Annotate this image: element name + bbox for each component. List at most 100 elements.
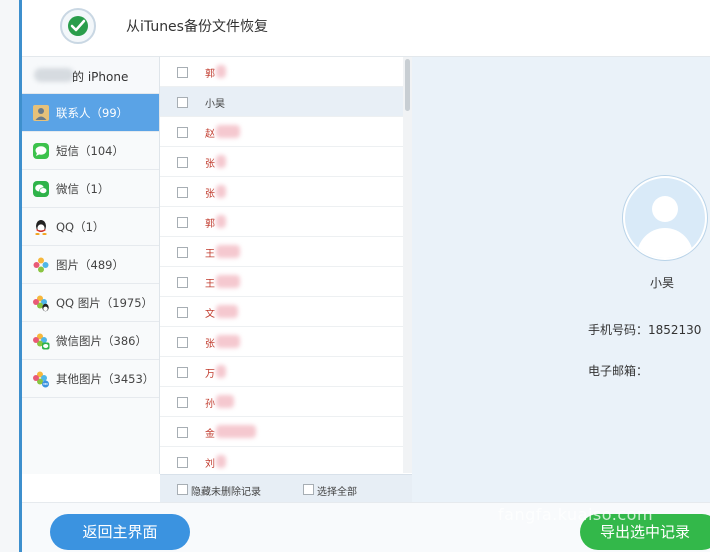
contact-checkbox[interactable] bbox=[177, 247, 188, 258]
scrollbar-thumb[interactable] bbox=[405, 59, 410, 111]
contact-checkbox[interactable] bbox=[177, 457, 188, 468]
redacted-name bbox=[216, 155, 226, 168]
redacted-name bbox=[216, 125, 240, 138]
redacted-name bbox=[216, 245, 240, 258]
redacted-name bbox=[216, 395, 234, 408]
contact-name: 郭 bbox=[205, 219, 215, 230]
contact-row[interactable]: 万 bbox=[160, 357, 405, 387]
sidebar-item-qq[interactable]: QQ（1） bbox=[22, 208, 159, 246]
sidebar-item-qq-photos[interactable]: QQ 图片（1975） bbox=[22, 284, 159, 322]
sidebar-item-label: 微信图片（386） bbox=[56, 334, 147, 348]
contact-checkbox[interactable] bbox=[177, 427, 188, 438]
qq-icon bbox=[35, 220, 47, 235]
sidebar-item-contacts[interactable]: 联系人（99） bbox=[22, 94, 159, 132]
contact-checkbox[interactable] bbox=[177, 187, 188, 198]
contact-checkbox[interactable] bbox=[177, 157, 188, 168]
hide-undeleted-label: 隐藏未删除记录 bbox=[191, 487, 261, 498]
sidebar-item-label: 微信（1） bbox=[56, 182, 110, 196]
sidebar-item-label: 其他图片（3453） bbox=[56, 372, 155, 386]
contact-name: 刘 bbox=[205, 459, 215, 470]
contact-checkbox[interactable] bbox=[177, 127, 188, 138]
contact-detail-phone: 手机号码：1852130 bbox=[588, 323, 702, 337]
app-logo bbox=[60, 8, 96, 44]
sidebar-item-label: 短信（104） bbox=[56, 144, 124, 158]
contact-name: 文 bbox=[205, 309, 215, 320]
contact-checkbox[interactable] bbox=[177, 67, 188, 78]
contact-row[interactable]: 王 bbox=[160, 267, 405, 297]
contact-row[interactable]: 张 bbox=[160, 147, 405, 177]
contact-row[interactable]: 孙 bbox=[160, 387, 405, 417]
contact-avatar bbox=[623, 176, 707, 260]
sidebar-item-wechat-photos[interactable]: 微信图片（386） bbox=[22, 322, 159, 360]
redacted-name bbox=[216, 365, 226, 378]
contact-detail-email: 电子邮箱： bbox=[588, 364, 649, 378]
device-name-redacted bbox=[34, 68, 74, 82]
contact-name: 小昊 bbox=[205, 99, 225, 110]
redacted-name bbox=[216, 185, 226, 198]
sidebar-item-sms[interactable]: 短信（104） bbox=[22, 132, 159, 170]
sidebar: 的 iPhone 联系人（99） 短信（104） 微信（1） QQ（1） 图片（… bbox=[22, 56, 160, 474]
sidebar-item-other-photos[interactable]: 其他图片（3453） bbox=[22, 360, 159, 398]
redacted-name bbox=[216, 425, 256, 438]
contact-checkbox[interactable] bbox=[177, 397, 188, 408]
redacted-name bbox=[216, 305, 238, 318]
other-photos-icon bbox=[33, 371, 49, 388]
contact-row[interactable]: 郭 bbox=[160, 207, 405, 237]
contact-row[interactable]: 文 bbox=[160, 297, 405, 327]
sidebar-item-label: 图片（489） bbox=[56, 258, 124, 272]
contact-checkbox[interactable] bbox=[177, 337, 188, 348]
sidebar-item-photos[interactable]: 图片（489） bbox=[22, 246, 159, 284]
contact-checkbox[interactable] bbox=[177, 307, 188, 318]
avatar-body-shape bbox=[637, 228, 693, 258]
contact-detail-name: 小昊 bbox=[650, 276, 675, 290]
select-all-checkbox[interactable] bbox=[303, 484, 314, 495]
window-left-edge bbox=[0, 0, 22, 552]
redacted-name bbox=[216, 455, 226, 468]
contact-checkbox[interactable] bbox=[177, 217, 188, 228]
contact-row[interactable]: 郭 bbox=[160, 57, 405, 87]
contact-list-scrollbar[interactable] bbox=[403, 57, 412, 473]
sidebar-item-label: QQ（1） bbox=[56, 220, 105, 234]
contact-name: 王 bbox=[205, 279, 215, 290]
checkmark-logo-icon bbox=[68, 16, 88, 36]
wechat-photos-icon bbox=[33, 333, 50, 350]
wechat-icon bbox=[33, 181, 49, 197]
contact-name: 张 bbox=[205, 339, 215, 350]
contact-name: 万 bbox=[205, 369, 215, 380]
contact-row[interactable]: 张 bbox=[160, 177, 405, 207]
contact-icon bbox=[33, 105, 49, 121]
contact-list: 郭 小昊 赵 张 张 郭 王 王 文 张 万 孙 金 刘 bbox=[160, 56, 412, 474]
sms-icon bbox=[33, 143, 49, 159]
contact-name: 孙 bbox=[205, 399, 215, 410]
select-all-option[interactable]: 选择全部 bbox=[303, 483, 357, 498]
contact-row-selected[interactable]: 小昊 bbox=[160, 87, 405, 117]
contact-row[interactable]: 金 bbox=[160, 417, 405, 447]
contact-checkbox[interactable] bbox=[177, 367, 188, 378]
back-to-main-button[interactable]: 返回主界面 bbox=[50, 514, 190, 550]
contact-checkbox[interactable] bbox=[177, 277, 188, 288]
contact-name: 金 bbox=[205, 429, 215, 440]
contact-name: 王 bbox=[205, 249, 215, 260]
contact-row[interactable]: 刘 bbox=[160, 447, 405, 474]
redacted-name bbox=[216, 275, 240, 288]
header: 从iTunes备份文件恢复 bbox=[22, 0, 710, 56]
redacted-name bbox=[216, 65, 226, 78]
photos-icon bbox=[33, 257, 49, 273]
sidebar-item-wechat[interactable]: 微信（1） bbox=[22, 170, 159, 208]
contact-row[interactable]: 赵 bbox=[160, 117, 405, 147]
qq-photos-icon bbox=[33, 295, 49, 312]
hide-undeleted-option[interactable]: 隐藏未删除记录 bbox=[177, 483, 261, 498]
sidebar-item-label: 联系人（99） bbox=[56, 106, 129, 120]
redacted-name bbox=[216, 215, 226, 228]
device-selector[interactable]: 的 iPhone bbox=[22, 57, 159, 94]
contact-detail-panel: 小昊 手机号码：1852130 电子邮箱： bbox=[412, 56, 710, 502]
device-name: 的 iPhone bbox=[72, 70, 129, 84]
avatar-head-shape bbox=[652, 196, 678, 222]
contact-name: 赵 bbox=[205, 129, 215, 140]
watermark: fangfa.kuaiso.com bbox=[498, 505, 654, 524]
sidebar-item-label: QQ 图片（1975） bbox=[56, 296, 154, 310]
contact-row[interactable]: 王 bbox=[160, 237, 405, 267]
hide-undeleted-checkbox[interactable] bbox=[177, 484, 188, 495]
contact-row[interactable]: 张 bbox=[160, 327, 405, 357]
contact-checkbox[interactable] bbox=[177, 97, 188, 108]
